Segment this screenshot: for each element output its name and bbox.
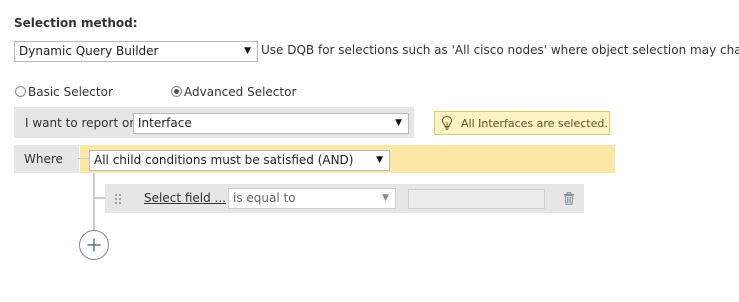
- selection-method-description: Use DQB for selections such as 'All cisc…: [261, 43, 739, 57]
- basic-selector-radio[interactable]: Basic Selector: [15, 84, 113, 99]
- operator-select[interactable]: is equal to ▼: [228, 188, 396, 209]
- advanced-selector-label: Advanced Selector: [184, 84, 297, 99]
- radio-circle-checked[interactable]: [171, 86, 182, 97]
- tree-branch-line: [93, 197, 105, 199]
- advanced-selector-radio[interactable]: Advanced Selector: [171, 84, 296, 99]
- basic-selector-label: Basic Selector: [28, 84, 113, 99]
- report-on-select[interactable]: Interface ▼: [133, 113, 409, 134]
- selection-method-title: Selection method:: [14, 16, 138, 30]
- plus-circle-icon: [87, 238, 101, 252]
- radio-circle[interactable]: [15, 86, 26, 97]
- dropdown-arrow-icon: ▼: [244, 46, 251, 56]
- report-on-value: Interface: [138, 116, 192, 130]
- tree-vertical-line: [93, 173, 95, 231]
- condition-logic-select[interactable]: All child conditions must be satisfied (…: [89, 150, 390, 171]
- selection-method-select[interactable]: Dynamic Query Builder ▼: [14, 41, 258, 62]
- dropdown-arrow-icon: ▼: [376, 155, 383, 165]
- selection-method-value: Dynamic Query Builder: [19, 44, 159, 58]
- report-on-label: I want to report on: [25, 116, 137, 130]
- trash-icon[interactable]: [563, 192, 575, 208]
- rule-value-input[interactable]: [408, 189, 545, 209]
- add-condition-button[interactable]: [79, 230, 109, 260]
- dropdown-arrow-icon: ▼: [395, 118, 402, 128]
- lightbulb-icon: [440, 115, 454, 134]
- drag-handle-icon[interactable]: [114, 193, 122, 208]
- dropdown-arrow-icon: ▼: [382, 193, 389, 203]
- condition-logic-value: All child conditions must be satisfied (…: [94, 153, 354, 167]
- select-field-link[interactable]: Select field ...: [144, 191, 226, 205]
- operator-value: is equal to: [233, 191, 296, 205]
- info-text: All Interfaces are selected.: [461, 117, 608, 130]
- where-label: Where: [24, 152, 63, 166]
